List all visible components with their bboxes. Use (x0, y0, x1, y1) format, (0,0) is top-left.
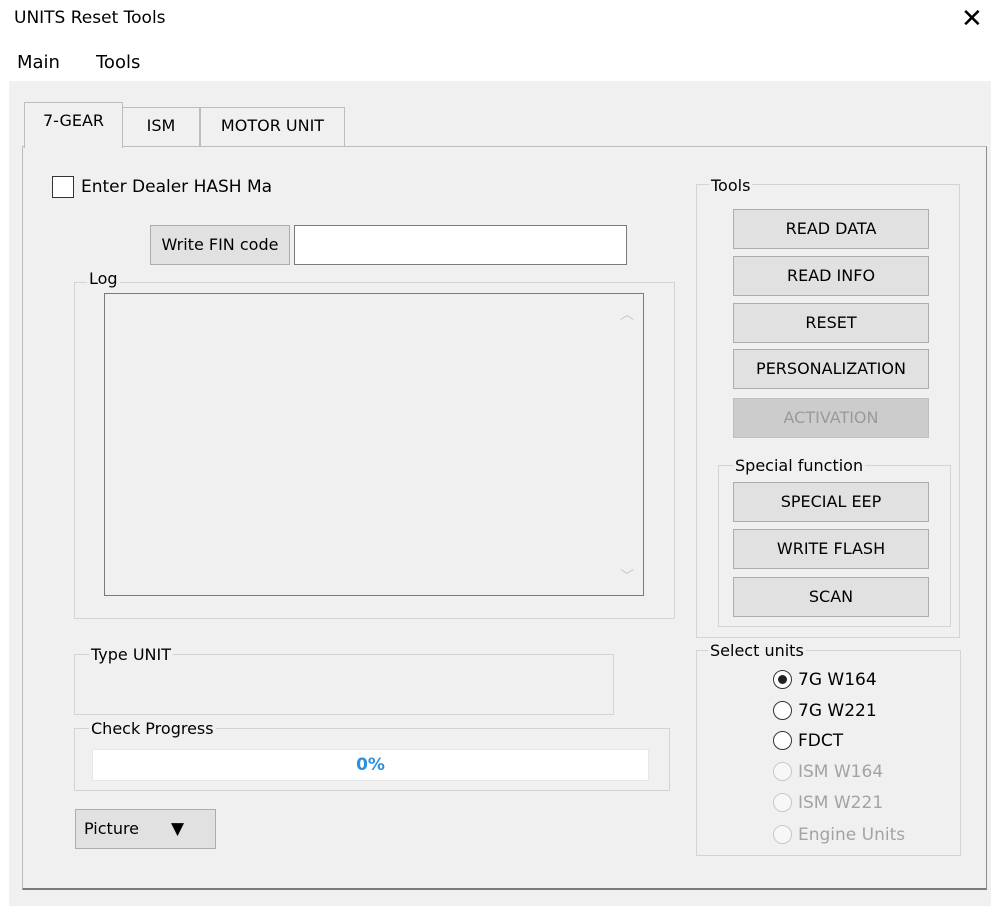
window-title: UNITS Reset Tools (14, 8, 166, 28)
type-unit-label: Type UNIT (89, 645, 174, 664)
radio-7g-w164[interactable] (773, 670, 792, 689)
radio-7g-w221[interactable] (773, 701, 792, 720)
tab-motor-unit[interactable]: MOTOR UNIT (200, 107, 345, 147)
read-info-button[interactable]: READ INFO (733, 256, 929, 296)
read-data-button[interactable]: READ DATA (733, 209, 929, 249)
scroll-down-icon[interactable]: ﹀ (620, 566, 634, 586)
menu-main[interactable]: Main (17, 52, 60, 73)
radio-ism-w221 (773, 793, 792, 812)
radio-engine-units-label: Engine Units (798, 825, 906, 845)
special-function-label: Special function (733, 456, 866, 475)
radio-7g-w164-label: 7G W164 (798, 670, 877, 690)
close-icon[interactable]: ✕ (961, 4, 983, 34)
dealer-hash-checkbox[interactable] (52, 176, 74, 198)
radio-engine-units (773, 825, 792, 844)
caret-down-icon: ▼ (171, 819, 185, 839)
reset-button[interactable]: RESET (733, 303, 929, 343)
menu-tools[interactable]: Tools (96, 52, 140, 73)
scan-button[interactable]: SCAN (733, 577, 929, 617)
write-flash-button[interactable]: WRITE FLASH (733, 529, 929, 569)
tab-ism[interactable]: ISM (122, 107, 200, 147)
progress-percent: 0% (356, 755, 385, 775)
activation-button: ACTIVATION (733, 398, 929, 438)
picture-dropdown-button[interactable]: Picture ▼ (75, 809, 216, 849)
scroll-up-icon[interactable]: ︿ (620, 304, 634, 324)
progress-bar: 0% (92, 749, 649, 781)
radio-ism-w164 (773, 762, 792, 781)
radio-ism-w164-label: ISM W164 (798, 762, 884, 782)
dealer-hash-label: Enter Dealer HASH Ma (81, 177, 273, 197)
special-eep-button[interactable]: SPECIAL EEP (733, 482, 929, 522)
radio-ism-w221-label: ISM W221 (798, 793, 884, 813)
tools-label: Tools (709, 176, 753, 195)
select-units-label: Select units (708, 641, 806, 660)
personalization-button[interactable]: PERSONALIZATION (733, 349, 929, 389)
radio-fdct[interactable] (773, 731, 792, 750)
tab-7-gear[interactable]: 7-GEAR (24, 102, 123, 148)
log-textarea[interactable]: ︿ ﹀ (104, 293, 644, 596)
check-progress-label: Check Progress (89, 719, 216, 738)
radio-fdct-label: FDCT (798, 731, 844, 751)
log-label: Log (87, 269, 120, 288)
fin-code-input[interactable] (294, 225, 627, 265)
radio-7g-w221-label: 7G W221 (798, 701, 877, 721)
write-fin-button[interactable]: Write FIN code (150, 225, 290, 265)
picture-button-label: Picture (84, 819, 140, 838)
